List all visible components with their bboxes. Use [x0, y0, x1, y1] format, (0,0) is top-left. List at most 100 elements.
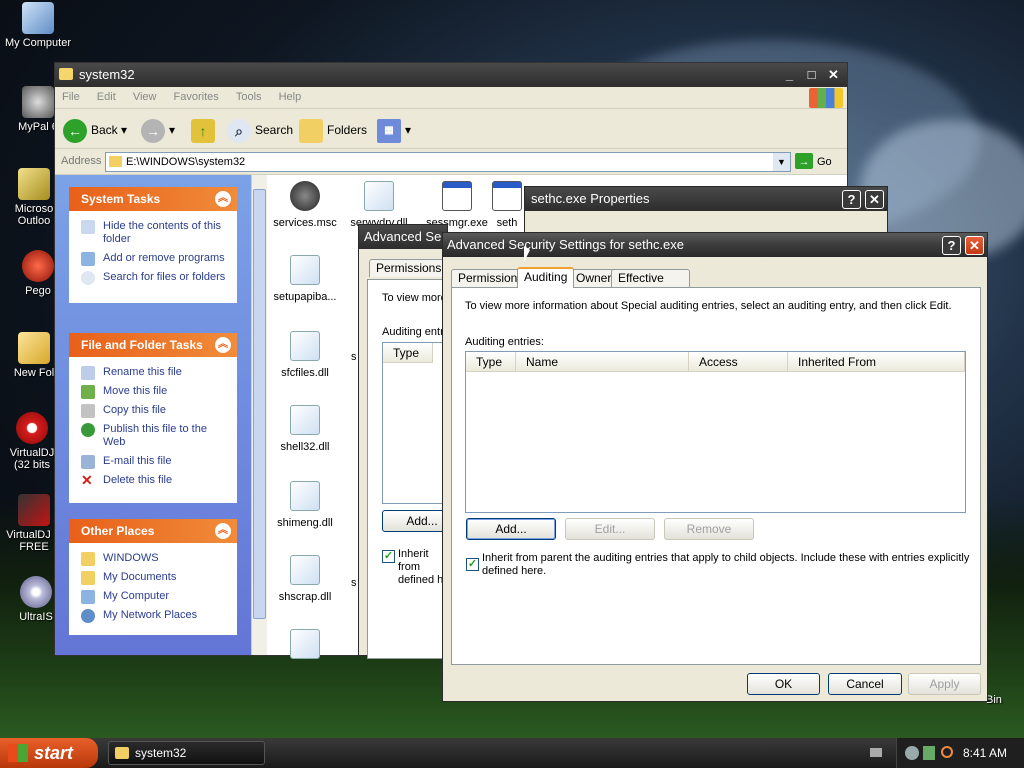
maximize-button[interactable]: □: [802, 66, 821, 85]
close-button[interactable]: ✕: [865, 190, 884, 209]
file-tasks-header[interactable]: File and Folder Tasks ︽: [69, 333, 237, 357]
disc-icon: [20, 576, 52, 608]
column-inherited-from[interactable]: Inherited From: [788, 352, 965, 372]
back-button[interactable]: ← Back ▾: [63, 117, 127, 143]
remove-button[interactable]: Remove: [664, 518, 754, 540]
search-tray-icon[interactable]: [941, 746, 953, 758]
network-icon: [81, 609, 95, 623]
task-email[interactable]: E-mail this file: [69, 452, 237, 471]
other-places-header[interactable]: Other Places ︽: [69, 519, 237, 543]
network-tray-icon[interactable]: [905, 746, 919, 760]
go-button[interactable]: → Go: [795, 153, 832, 171]
dialog-title: Advanced Security Settings for sethc.exe: [447, 237, 685, 252]
close-button[interactable]: ✕: [824, 66, 843, 85]
place-network[interactable]: My Network Places: [69, 606, 237, 625]
close-button[interactable]: ✕: [965, 236, 984, 255]
column-name[interactable]: Name: [516, 352, 689, 372]
collapse-icon[interactable]: ︽: [215, 337, 231, 353]
task-move[interactable]: Move this file: [69, 382, 237, 401]
place-my-documents[interactable]: My Documents: [69, 568, 237, 587]
file-item[interactable]: sessmgr.exe: [417, 181, 497, 230]
menu-file[interactable]: File: [55, 87, 87, 107]
place-windows[interactable]: WINDOWS: [69, 549, 237, 568]
column-type[interactable]: Type: [383, 343, 433, 363]
folder-icon: [59, 68, 73, 80]
task-delete[interactable]: ✕ Delete this file: [69, 471, 237, 490]
file-item[interactable]: shscrap.dll: [265, 555, 345, 604]
dll-icon: [290, 405, 320, 435]
dll-icon: [290, 629, 320, 659]
auditing-tab-body: To view more information about Special a…: [451, 287, 981, 665]
chevron-down-icon[interactable]: ▼: [773, 153, 790, 171]
start-button[interactable]: start: [0, 738, 98, 768]
tab-auditing[interactable]: Auditing: [517, 267, 575, 288]
task-pane: System Tasks ︽ Hide the contents of this …: [55, 175, 251, 768]
task-add-remove[interactable]: Add or remove programs: [69, 249, 237, 268]
edit-button[interactable]: Edit...: [565, 518, 655, 540]
up-folder-icon: ↑: [191, 118, 215, 143]
taskbar-task-system32[interactable]: system32: [108, 741, 265, 765]
volume-tray-icon[interactable]: [923, 746, 935, 760]
cancel-button[interactable]: Cancel: [828, 673, 902, 695]
address-input[interactable]: E:\WINDOWS\system32 ▼: [105, 152, 791, 172]
ok-button[interactable]: OK: [747, 673, 820, 695]
dll-icon: [364, 181, 394, 211]
column-access[interactable]: Access: [689, 352, 788, 372]
tab-permissions[interactable]: Permissions: [369, 259, 449, 277]
properties-titlebar[interactable]: sethc.exe Properties ? ✕: [525, 187, 887, 211]
up-folder-button[interactable]: ↑: [191, 117, 219, 143]
task-publish[interactable]: Publish this file to the Web: [69, 420, 237, 452]
desktop-icon-my-computer[interactable]: My Computer: [0, 2, 78, 49]
keyboard-icon[interactable]: [870, 748, 882, 757]
computer-icon: [22, 2, 54, 34]
file-item[interactable]: serwvdrv.dll: [339, 181, 419, 230]
help-button[interactable]: ?: [942, 236, 961, 255]
task-copy[interactable]: Copy this file: [69, 401, 237, 420]
menu-help[interactable]: Help: [272, 87, 309, 107]
file-item[interactable]: [265, 629, 345, 665]
add-button[interactable]: Add...: [466, 518, 556, 540]
search-button[interactable]: ⌕ Search: [227, 117, 293, 143]
views-button[interactable]: ▦ ▾: [377, 117, 411, 143]
task-hide-folder[interactable]: Hide the contents of this folder: [69, 217, 237, 249]
place-my-computer[interactable]: My Computer: [69, 587, 237, 606]
properties-title: sethc.exe Properties: [531, 191, 650, 206]
file-item[interactable]: shell32.dll: [265, 405, 345, 454]
folders-button[interactable]: Folders: [299, 117, 367, 143]
collapse-icon[interactable]: ︽: [215, 523, 231, 539]
back-arrow-icon: ←: [63, 118, 87, 143]
tab-effective-permissions[interactable]: Effective Permissions: [611, 269, 691, 301]
dll-icon: [290, 555, 320, 585]
rename-icon: [81, 366, 95, 380]
auditing-description: To view more information about Special a…: [465, 300, 952, 312]
file-item[interactable]: setupapiba...: [265, 255, 345, 304]
vertical-scrollbar[interactable]: [251, 175, 267, 655]
task-search[interactable]: Search for files or folders: [69, 268, 237, 287]
apply-button[interactable]: Apply: [908, 673, 981, 695]
collapse-icon[interactable]: ︽: [215, 191, 231, 207]
menu-edit[interactable]: Edit: [90, 87, 123, 107]
file-item[interactable]: seth: [487, 181, 527, 230]
explorer-titlebar[interactable]: system32 _ □ ✕: [55, 63, 847, 87]
inherit-checkbox-background[interactable]: ✓: [382, 550, 395, 563]
scroll-thumb[interactable]: [253, 189, 266, 619]
column-type[interactable]: Type: [466, 352, 516, 372]
file-item[interactable]: sfcfiles.dll: [265, 331, 345, 380]
task-rename[interactable]: Rename this file: [69, 363, 237, 382]
file-item[interactable]: services.msc: [265, 181, 345, 230]
other-places-panel: Other Places ︽ WINDOWS My Documents My Co…: [69, 519, 237, 635]
background-desc: To view more: [382, 292, 447, 304]
background-dialog-titlebar[interactable]: Advanced Se: [359, 225, 447, 249]
system-tasks-header[interactable]: System Tasks ︽: [69, 187, 237, 211]
menu-tools[interactable]: Tools: [229, 87, 269, 107]
minimize-button[interactable]: _: [780, 66, 799, 85]
file-item[interactable]: shimeng.dll: [265, 481, 345, 530]
auditing-entries-list[interactable]: Type Name Access Inherited From: [465, 351, 966, 513]
help-button[interactable]: ?: [842, 190, 861, 209]
inherit-checkbox[interactable]: ✓: [466, 558, 479, 571]
menu-favorites[interactable]: Favorites: [167, 87, 226, 107]
forward-button[interactable]: → ▾: [141, 117, 175, 143]
file-label-partial: s: [351, 577, 357, 589]
advanced-security-dialog-background: Advanced Se Permissions To view more Aud…: [358, 224, 462, 659]
menu-view[interactable]: View: [126, 87, 164, 107]
